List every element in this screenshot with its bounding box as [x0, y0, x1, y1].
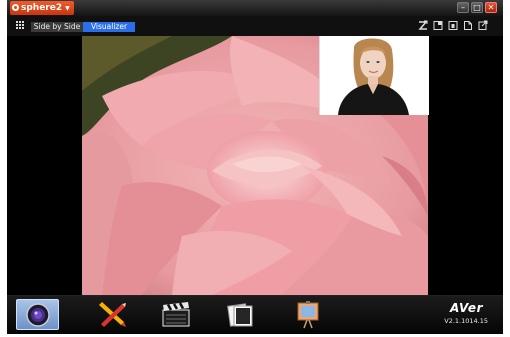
- app-menu-button[interactable]: sphere2 ▼: [10, 1, 74, 15]
- title-bar[interactable]: sphere2 ▼ – □ ✕: [7, 0, 503, 16]
- record-button[interactable]: [157, 299, 197, 330]
- maximize-button[interactable]: □: [471, 2, 483, 13]
- document-icon[interactable]: [463, 20, 473, 31]
- app-window: sphere2▼ – □ ✕ Side by Side Visualizer: [7, 0, 503, 334]
- bottom-dock: AVer V2.1.1014.15: [7, 295, 503, 334]
- gallery-button[interactable]: [221, 299, 261, 330]
- live-view-stage[interactable]: [7, 36, 503, 295]
- presentation-button[interactable]: [288, 299, 328, 330]
- export-icon[interactable]: [478, 20, 488, 31]
- clapperboard-icon: [162, 302, 190, 327]
- close-button[interactable]: ✕: [485, 2, 497, 13]
- camera-button[interactable]: [16, 299, 59, 330]
- dropdown-caret-icon: ▼: [65, 5, 70, 12]
- sphere-logo-icon: [12, 4, 19, 11]
- toolbar: Side by Side Visualizer: [7, 16, 503, 36]
- minimize-button[interactable]: –: [457, 2, 469, 13]
- annotation-button[interactable]: [91, 299, 131, 330]
- tab-side-by-side[interactable]: Side by Side: [31, 22, 83, 32]
- layout-icon[interactable]: [433, 20, 443, 31]
- pencil-ruler-icon: [99, 302, 126, 327]
- version-label: V2.1.1014.15: [444, 317, 488, 325]
- z-icon[interactable]: [418, 20, 428, 31]
- grid-menu-icon[interactable]: [16, 21, 25, 30]
- camera-lens-icon: [26, 303, 50, 327]
- tab-visualizer[interactable]: Visualizer: [83, 22, 135, 32]
- pip-portrait-window[interactable]: [319, 36, 429, 115]
- portrait-photo-graphic: [320, 36, 429, 115]
- app-name: sphere2: [21, 3, 63, 13]
- panel-icon[interactable]: [448, 20, 458, 31]
- aver-logo: AVer: [450, 301, 483, 315]
- photos-icon: [227, 303, 253, 327]
- presentation-board-icon: [297, 301, 319, 329]
